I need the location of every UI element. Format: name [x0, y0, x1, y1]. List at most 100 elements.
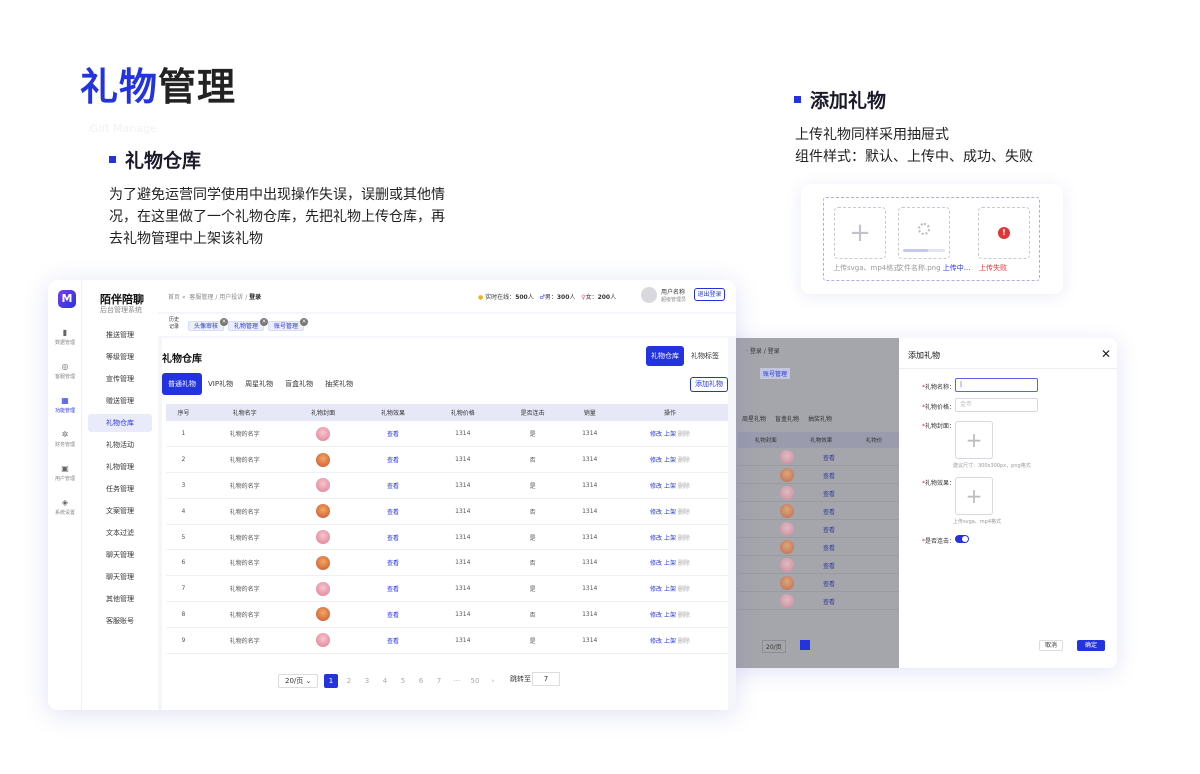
view-effect-link[interactable]: 查看: [358, 498, 428, 525]
upload-failed[interactable]: !: [978, 207, 1030, 259]
gift-price-input[interactable]: 金币: [955, 398, 1038, 412]
view-effect-link[interactable]: 查看: [358, 421, 428, 448]
edit-link[interactable]: 修改: [650, 612, 662, 619]
edit-link[interactable]: 修改: [650, 586, 662, 593]
edit-link[interactable]: 修改: [650, 509, 662, 516]
edit-link[interactable]: 修改: [650, 457, 662, 464]
upload-default[interactable]: +: [834, 207, 886, 259]
tab-weekly[interactable]: 周星礼物: [239, 373, 279, 395]
shelf-link[interactable]: 上架: [664, 586, 676, 593]
view-effect-link[interactable]: 查看: [358, 627, 428, 654]
sidebar-item[interactable]: 等级管理: [88, 348, 152, 366]
shelf-link[interactable]: 上架: [664, 483, 676, 490]
delete-link[interactable]: 删除: [678, 612, 690, 619]
sidebar-item[interactable]: 推送管理: [88, 326, 152, 344]
tab-normal[interactable]: 普通礼物: [162, 373, 202, 395]
sidebar-item[interactable]: 赠送管理: [88, 392, 152, 410]
rail-item-data[interactable]: ▮ 数据管理: [48, 328, 82, 346]
tab-vip[interactable]: VIP礼物: [202, 373, 239, 395]
sidebar-item[interactable]: 文案管理: [88, 502, 152, 520]
view-effect-link[interactable]: 查看: [358, 601, 428, 628]
shelf-link[interactable]: 上架: [664, 560, 676, 567]
edit-link[interactable]: 修改: [650, 560, 662, 567]
col-header: 是否连击: [497, 404, 568, 421]
page-button[interactable]: 3: [360, 674, 374, 688]
content-title: 礼物仓库: [162, 354, 202, 365]
sidebar-item[interactable]: 任务管理: [88, 480, 152, 498]
goto-input[interactable]: 7: [532, 672, 560, 686]
history-tag[interactable]: 礼物管理 ×: [228, 318, 269, 331]
tab-blindbox[interactable]: 盲盒礼物: [279, 373, 319, 395]
close-icon[interactable]: ×: [300, 318, 309, 326]
rail-item-service[interactable]: ◎ 客服管理: [48, 362, 82, 380]
cancel-button[interactable]: 取消: [1039, 640, 1063, 651]
shelf-link[interactable]: 上架: [664, 638, 676, 645]
tab-lottery[interactable]: 抽奖礼物: [319, 373, 359, 395]
view-effect-link[interactable]: 查看: [358, 575, 428, 603]
switch-warehouse[interactable]: 礼物仓库: [646, 346, 684, 366]
confirm-button[interactable]: 确定: [1077, 640, 1105, 651]
shelf-link[interactable]: 上架: [664, 509, 676, 516]
page-button[interactable]: 2: [342, 674, 356, 688]
delete-link[interactable]: 删除: [678, 431, 690, 438]
next-page-icon[interactable]: ›: [486, 674, 500, 688]
sidebar-item[interactable]: 礼物管理: [88, 458, 152, 476]
history-tag[interactable]: 账号管理 ×: [268, 318, 309, 331]
page-button[interactable]: 50: [468, 674, 482, 688]
compass-icon: ◎: [61, 362, 69, 371]
combo-toggle[interactable]: [955, 535, 969, 543]
shelf-link[interactable]: 上架: [664, 535, 676, 542]
page-button[interactable]: 6: [414, 674, 428, 688]
close-icon[interactable]: ×: [260, 318, 269, 326]
logout-button[interactable]: 退出登录: [694, 288, 725, 301]
delete-link[interactable]: 删除: [678, 586, 690, 593]
shelf-link[interactable]: 上架: [664, 457, 676, 464]
effect-upload[interactable]: +: [955, 477, 993, 515]
sidebar-item[interactable]: 文本过滤: [88, 524, 152, 542]
delete-link[interactable]: 删除: [678, 457, 690, 464]
edit-link[interactable]: 修改: [650, 483, 662, 490]
sidebar-item[interactable]: 宣传管理: [88, 370, 152, 388]
avatar[interactable]: [641, 287, 657, 303]
drawer-overlay[interactable]: · 登录 / 登录 账号管理 周星礼物 盲盒礼物 抽奖礼物 礼物封面 礼物效果 礼物价 …: [724, 338, 899, 668]
sidebar-item[interactable]: 聊天管理: [88, 568, 152, 586]
edit-link[interactable]: 修改: [650, 535, 662, 542]
delete-link[interactable]: 删除: [678, 509, 690, 516]
rail-item-function[interactable]: ▦ 功能管理: [48, 396, 82, 414]
view-effect-link[interactable]: 查看: [358, 524, 428, 551]
page-button[interactable]: 5: [396, 674, 410, 688]
sidebar-item[interactable]: 聊天管理: [88, 546, 152, 564]
rail-item-users[interactable]: ▣ 用户管理: [48, 464, 82, 482]
sidebar-item[interactable]: 客服账号: [88, 612, 152, 630]
content-card: 礼物仓库 礼物仓库 礼物标签 普通礼物 VIP礼物 周星礼物 盲盒礼物 抽奖礼物…: [162, 338, 728, 710]
edit-link[interactable]: 修改: [650, 431, 662, 438]
delete-link[interactable]: 删除: [678, 483, 690, 490]
view-effect-link[interactable]: 查看: [358, 549, 428, 577]
delete-link[interactable]: 删除: [678, 535, 690, 542]
history-tag[interactable]: 头像审核 ×: [188, 318, 229, 331]
page-button[interactable]: 4: [378, 674, 392, 688]
sidebar-item[interactable]: 其他管理: [88, 590, 152, 608]
delete-link[interactable]: 删除: [678, 638, 690, 645]
rail-item-finance[interactable]: ✲ 财务管理: [48, 430, 82, 448]
sidebar-item[interactable]: 礼物活动: [88, 436, 152, 454]
rail-item-settings[interactable]: ◈ 系统设置: [48, 498, 82, 516]
shelf-link[interactable]: 上架: [664, 431, 676, 438]
page-button[interactable]: 7: [432, 674, 446, 688]
close-icon[interactable]: ✕: [1101, 347, 1111, 361]
sidebar-item-gift-warehouse[interactable]: 礼物仓库: [88, 414, 152, 432]
view-effect-link[interactable]: 查看: [358, 472, 428, 499]
view-effect-link[interactable]: 查看: [358, 446, 428, 474]
add-gift-button[interactable]: 添加礼物: [690, 377, 728, 392]
page-button[interactable]: ···: [450, 674, 464, 688]
shelf-link[interactable]: 上架: [664, 612, 676, 619]
close-icon[interactable]: ×: [220, 318, 229, 326]
edit-link[interactable]: 修改: [650, 638, 662, 645]
per-page-select[interactable]: 20/页 ⌄: [278, 674, 319, 688]
delete-link[interactable]: 删除: [678, 560, 690, 567]
cover-upload[interactable]: +: [955, 421, 993, 459]
gift-name-input[interactable]: |: [955, 378, 1038, 392]
page-button[interactable]: 1: [324, 674, 338, 688]
switch-tags[interactable]: 礼物标签: [686, 346, 724, 366]
col-header: 礼物名字: [200, 404, 289, 421]
